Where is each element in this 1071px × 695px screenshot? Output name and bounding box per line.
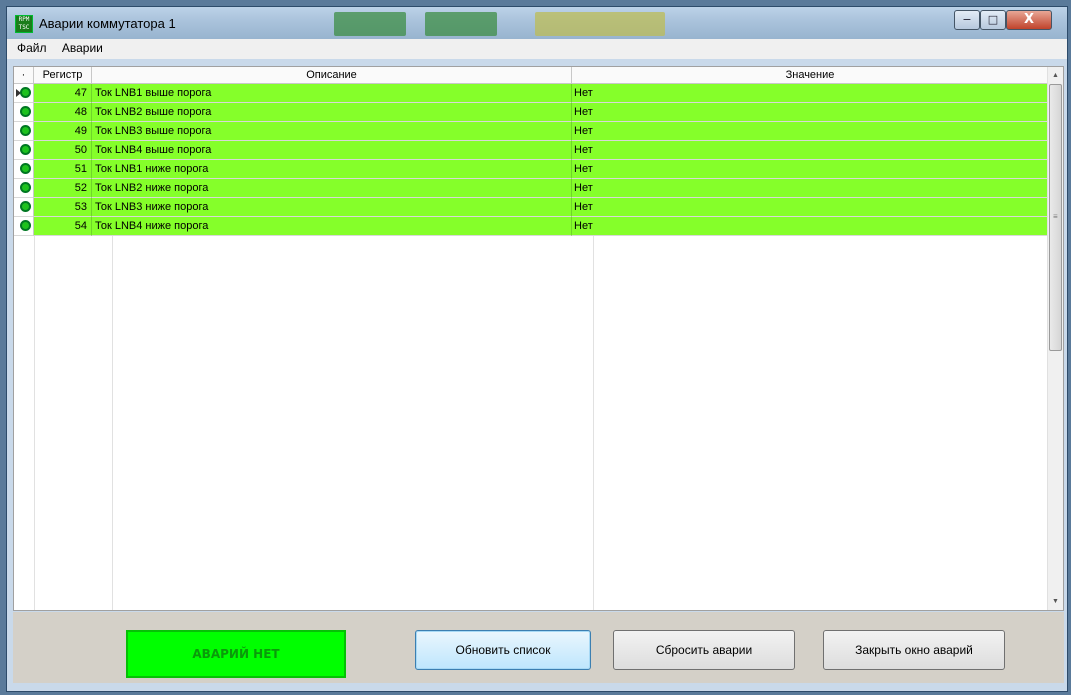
background-indicator [425, 12, 497, 36]
row-selector[interactable] [14, 141, 34, 160]
register-cell: 50 [34, 141, 92, 160]
header-selector[interactable]: · [14, 67, 34, 84]
background-indicator [535, 12, 665, 36]
maximize-button[interactable]: □ [980, 10, 1006, 30]
value-cell: Нет [572, 160, 1049, 179]
value-cell: Нет [572, 103, 1049, 122]
register-cell: 54 [34, 217, 92, 236]
register-cell: 53 [34, 198, 92, 217]
table-row[interactable]: 50 Ток LNB4 выше порога Нет [14, 141, 1049, 160]
value-cell: Нет [572, 141, 1049, 160]
value-cell: Нет [572, 84, 1049, 103]
row-selector[interactable] [14, 84, 34, 103]
table-row[interactable]: 47 Ток LNB1 выше порога Нет [14, 84, 1049, 103]
status-led-icon [20, 106, 31, 117]
register-cell: 49 [34, 122, 92, 141]
value-cell: Нет [572, 198, 1049, 217]
grid-header: · Регистр Описание Значение [14, 67, 1049, 84]
scroll-down-arrow-icon[interactable]: ▼ [1048, 593, 1063, 610]
alarms-grid: · Регистр Описание Значение 47 Ток LNB1 … [13, 66, 1064, 611]
status-led-icon [20, 182, 31, 193]
description-cell: Ток LNB2 ниже порога [92, 179, 572, 198]
header-description[interactable]: Описание [92, 67, 572, 84]
description-cell: Ток LNB4 ниже порога [92, 217, 572, 236]
menu-alarms[interactable]: Аварии [56, 39, 109, 57]
register-cell: 51 [34, 160, 92, 179]
register-cell: 47 [34, 84, 92, 103]
table-row[interactable]: 52 Ток LNB2 ниже порога Нет [14, 179, 1049, 198]
title-bar[interactable]: RPM TSC Аварии коммутатора 1 − □ X [7, 7, 1067, 39]
description-cell: Ток LNB1 ниже порога [92, 160, 572, 179]
row-selector[interactable] [14, 122, 34, 141]
header-value[interactable]: Значение [572, 67, 1049, 84]
status-led-icon [20, 144, 31, 155]
background-indicator [334, 12, 406, 36]
register-cell: 52 [34, 179, 92, 198]
row-selector[interactable] [14, 179, 34, 198]
row-selector[interactable] [14, 103, 34, 122]
description-cell: Ток LNB3 ниже порога [92, 198, 572, 217]
scroll-thumb[interactable]: ≡ [1049, 84, 1062, 351]
bottom-panel: АВАРИЙ НЕТ Обновить список Сбросить авар… [13, 612, 1064, 683]
table-row[interactable]: 51 Ток LNB1 ниже порога Нет [14, 160, 1049, 179]
maximize-icon: □ [987, 13, 999, 26]
table-row[interactable]: 53 Ток LNB3 ниже порога Нет [14, 198, 1049, 217]
status-led-icon [20, 201, 31, 212]
table-row[interactable]: 49 Ток LNB3 выше порога Нет [14, 122, 1049, 141]
close-alarms-window-button[interactable]: Закрыть окно аварий [823, 630, 1005, 670]
alarm-status-indicator: АВАРИЙ НЕТ [126, 630, 346, 678]
status-led-icon [20, 87, 31, 98]
status-led-icon [20, 125, 31, 136]
table-row[interactable]: 54 Ток LNB4 ниже порога Нет [14, 217, 1049, 236]
menu-bar: Файл Аварии [7, 39, 1067, 59]
menu-file[interactable]: Файл [11, 39, 53, 57]
app-icon: RPM TSC [15, 15, 33, 33]
status-led-icon [20, 220, 31, 231]
scroll-up-arrow-icon[interactable]: ▲ [1048, 67, 1063, 84]
vertical-scrollbar[interactable]: ▲ ≡ ▼ [1047, 67, 1063, 610]
close-window-button[interactable]: X [1006, 10, 1052, 30]
row-selector[interactable] [14, 198, 34, 217]
close-icon: X [1023, 12, 1035, 27]
description-cell: Ток LNB4 выше порога [92, 141, 572, 160]
description-cell: Ток LNB3 выше порога [92, 122, 572, 141]
register-cell: 48 [34, 103, 92, 122]
header-register[interactable]: Регистр [34, 67, 92, 84]
status-led-icon [20, 163, 31, 174]
row-selector[interactable] [14, 160, 34, 179]
value-cell: Нет [572, 122, 1049, 141]
window-title: Аварии коммутатора 1 [39, 16, 176, 31]
value-cell: Нет [572, 179, 1049, 198]
grip-icon: ≡ [1053, 212, 1058, 221]
minimize-button[interactable]: − [954, 10, 980, 30]
refresh-list-button[interactable]: Обновить список [415, 630, 591, 670]
reset-alarms-button[interactable]: Сбросить аварии [613, 630, 795, 670]
table-row[interactable]: 48 Ток LNB2 выше порога Нет [14, 103, 1049, 122]
value-cell: Нет [572, 217, 1049, 236]
description-cell: Ток LNB1 выше порога [92, 84, 572, 103]
row-selector[interactable] [14, 217, 34, 236]
description-cell: Ток LNB2 выше порога [92, 103, 572, 122]
minimize-icon: − [962, 13, 972, 26]
